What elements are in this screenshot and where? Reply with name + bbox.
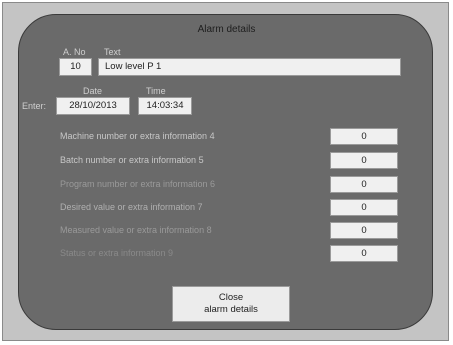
info-row-value: 0 (330, 245, 398, 262)
alarm-text-field: Low level P 1 (98, 58, 401, 76)
info-row-value: 0 (330, 222, 398, 239)
alarm-text-label: Text (104, 47, 121, 57)
info-row-value: 0 (330, 199, 398, 216)
close-button-line2: alarm details (204, 304, 258, 315)
dialog-title: Alarm details (197, 24, 256, 35)
date-field: 28/10/2013 (56, 97, 130, 115)
info-row-label: Machine number or extra information 4 (60, 131, 215, 141)
close-alarm-details-button[interactable]: Close alarm details (172, 286, 290, 322)
info-row-label: Program number or extra information 6 (60, 179, 216, 189)
info-row-label: Desired value or extra information 7 (60, 202, 203, 212)
info-row-value: 0 (330, 128, 398, 145)
info-row-value: 0 (330, 152, 398, 169)
close-button-line1: Close (218, 292, 244, 303)
date-label: Date (83, 86, 103, 96)
info-row-label: Status or extra information 9 (60, 248, 174, 258)
alarm-number-label: A. No (63, 47, 86, 57)
alarm-number-field: 10 (59, 58, 92, 76)
info-row-label: Measured value or extra information 8 (60, 225, 212, 235)
enter-label: Enter: (22, 101, 47, 111)
info-row-value: 0 (330, 176, 398, 193)
time-label: Time (146, 86, 166, 96)
info-row-label: Batch number or extra information 5 (60, 155, 204, 165)
time-field: 14:03:34 (138, 97, 192, 115)
